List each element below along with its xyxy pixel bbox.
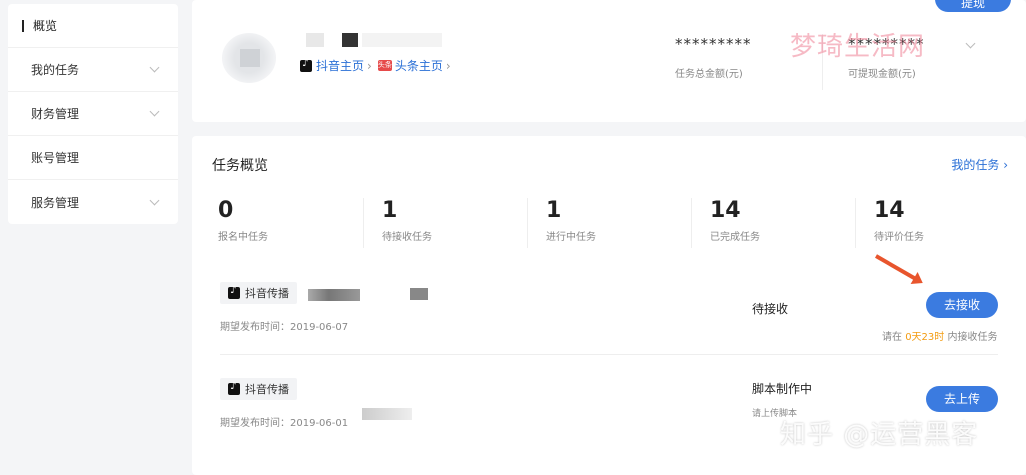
task-status: 待接收 <box>752 302 789 316</box>
platform-tag: 抖音传播 <box>220 282 297 304</box>
stat-value: 1 <box>382 198 398 223</box>
chevron-down-icon <box>149 62 160 73</box>
toutiao-homepage-link[interactable]: 头条 头条主页 › <box>377 57 457 74</box>
section-title: 任务概览 <box>212 158 268 174</box>
platform-label: 抖音传播 <box>245 383 289 396</box>
deadline-highlight: 0天23时 <box>905 332 945 343</box>
accept-deadline: 请在 0天23时 内接收任务 <box>882 328 997 343</box>
chevron-down-icon <box>149 195 160 205</box>
stat-label: 报名中任务 <box>218 232 268 243</box>
stat-signing-up[interactable]: 0 报名中任务 <box>200 198 364 248</box>
stat-label: 已完成任务 <box>710 232 760 243</box>
withdraw-button[interactable]: 提现 <box>935 0 1011 12</box>
toutiao-icon: 头条 <box>377 60 392 71</box>
douyin-icon <box>228 285 240 299</box>
stat-in-progress[interactable]: 1 进行中任务 <box>528 198 692 248</box>
blurred-task-name <box>308 289 360 301</box>
arrow-annotation <box>875 254 919 282</box>
stat-value: 14 <box>710 198 741 223</box>
publish-time: 期望发布时间：2019-06-07 <box>220 322 349 333</box>
blurred-task-name <box>362 408 412 420</box>
task-row: 抖音传播 期望发布时间：2019-06-07 待接收 去接收 请在 0天23时 … <box>220 280 998 355</box>
sidebar-item-label: 服务管理 <box>31 195 80 210</box>
stat-label: 待评价任务 <box>874 232 924 243</box>
active-indicator <box>22 19 24 32</box>
douyin-icon <box>300 58 312 72</box>
chevron-down-icon[interactable] <box>965 38 976 49</box>
stat-label: 待接收任务 <box>382 232 432 243</box>
stat-value: 1 <box>546 198 562 223</box>
stat-label: 进行中任务 <box>546 232 596 243</box>
withdrawable-amount-label: 可提现金额(元) <box>848 69 916 80</box>
sidebar-item-overview[interactable]: 概览 <box>8 4 178 48</box>
profile-links: 抖音主页 › 头条 头条主页 › <box>300 57 457 74</box>
sidebar-item-label: 财务管理 <box>31 107 80 121</box>
chevron-right-icon: › <box>1003 158 1008 172</box>
chevron-right-icon: › <box>445 58 451 73</box>
stat-pending-review[interactable]: 14 待评价任务 <box>856 198 1020 248</box>
chevron-down-icon <box>149 106 160 117</box>
stat-value: 14 <box>874 198 905 223</box>
douyin-homepage-link[interactable]: 抖音主页 › <box>300 57 378 74</box>
total-amount-value: ********* <box>675 35 752 53</box>
sidebar-item-label: 账号管理 <box>31 151 80 165</box>
upload-button[interactable]: 去上传 <box>926 386 998 412</box>
task-stats: 0 报名中任务 1 待接收任务 1 进行中任务 14 已完成任务 14 待评价任… <box>200 198 1020 248</box>
stat-completed[interactable]: 14 已完成任务 <box>692 198 856 248</box>
task-status: 脚本制作中 <box>752 382 813 396</box>
stat-pending-accept[interactable]: 1 待接收任务 <box>364 198 528 248</box>
douyin-icon <box>228 381 240 395</box>
sidebar-item-account[interactable]: 账号管理 <box>8 136 178 180</box>
sidebar-item-finance[interactable]: 财务管理 <box>8 92 178 136</box>
toutiao-link-label: 头条主页 <box>394 59 443 73</box>
blurred-name-part <box>306 33 324 47</box>
sidebar-item-label: 我的任务 <box>31 63 80 77</box>
deadline-suffix: 内接收任务 <box>944 332 998 343</box>
blurred-name-part <box>342 33 358 47</box>
publish-time: 期望发布时间：2019-06-01 <box>220 418 349 429</box>
blurred-name-part <box>362 33 442 47</box>
avatar <box>222 33 276 83</box>
blurred-task-name <box>410 288 428 300</box>
sidebar: 概览 我的任务 财务管理 账号管理 服务管理 <box>8 4 178 224</box>
platform-tag: 抖音传播 <box>220 378 297 400</box>
sidebar-item-service[interactable]: 服务管理 <box>8 180 178 224</box>
deadline-prefix: 请在 <box>882 332 906 343</box>
total-amount-label: 任务总金额(元) <box>675 69 743 80</box>
platform-label: 抖音传播 <box>245 287 289 300</box>
my-tasks-link-label: 我的任务 <box>951 158 1000 172</box>
sidebar-item-my-tasks[interactable]: 我的任务 <box>8 48 178 92</box>
watermark-bottom: 知乎 @运营黑客 <box>780 420 979 450</box>
douyin-link-label: 抖音主页 <box>316 59 365 73</box>
accept-task-button[interactable]: 去接收 <box>926 292 998 318</box>
my-tasks-link[interactable]: 我的任务 › <box>951 156 1008 173</box>
sidebar-item-label: 概览 <box>33 19 58 33</box>
sidebar-item-overview-wrap: 概览 <box>22 17 57 34</box>
stat-value: 0 <box>218 198 234 223</box>
chevron-right-icon: › <box>367 58 372 73</box>
total-amount: ********* 任务总金额(元) <box>675 35 752 80</box>
watermark-top: 梦琦生活网 <box>790 32 926 62</box>
